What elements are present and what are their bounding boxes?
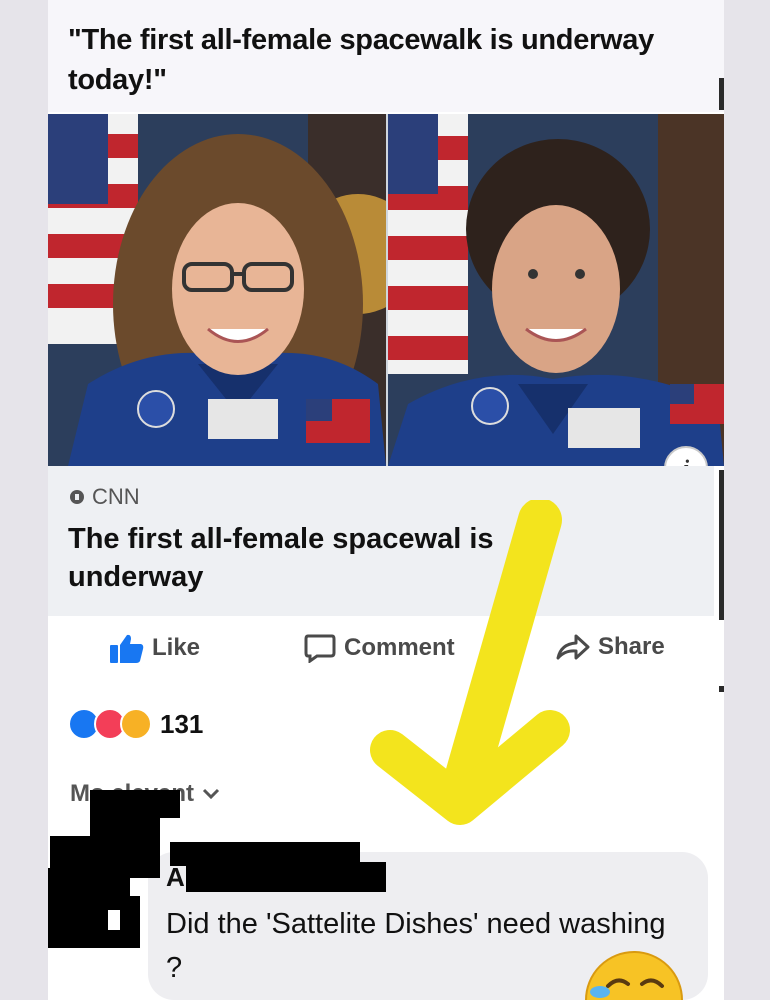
scrollbar-top[interactable] xyxy=(719,78,724,110)
chevron-down-icon xyxy=(202,788,220,800)
speech-bubble-icon xyxy=(304,634,336,663)
thumbs-up-icon xyxy=(110,634,144,663)
astronaut-photo-right xyxy=(388,114,724,466)
link-source: CNN xyxy=(70,484,140,510)
yellow-arrow-annotation xyxy=(370,500,570,825)
astronaut-photo-left xyxy=(48,114,386,466)
post-text: "The first all-female spacewalk is under… xyxy=(68,24,654,96)
like-label: Like xyxy=(152,634,201,661)
reaction-count: 131 xyxy=(160,708,204,739)
like-button[interactable]: Like xyxy=(110,633,200,663)
share-label: Share xyxy=(598,633,665,660)
haha-reaction-icon xyxy=(120,708,152,740)
reaction-summary[interactable]: 131 xyxy=(68,708,203,740)
comment-author[interactable]: A xyxy=(166,862,185,893)
source-icon xyxy=(70,490,84,504)
source-label: CNN xyxy=(92,484,140,509)
link-preview-image[interactable] xyxy=(48,114,724,466)
laughing-emoji-icon xyxy=(585,951,683,1000)
